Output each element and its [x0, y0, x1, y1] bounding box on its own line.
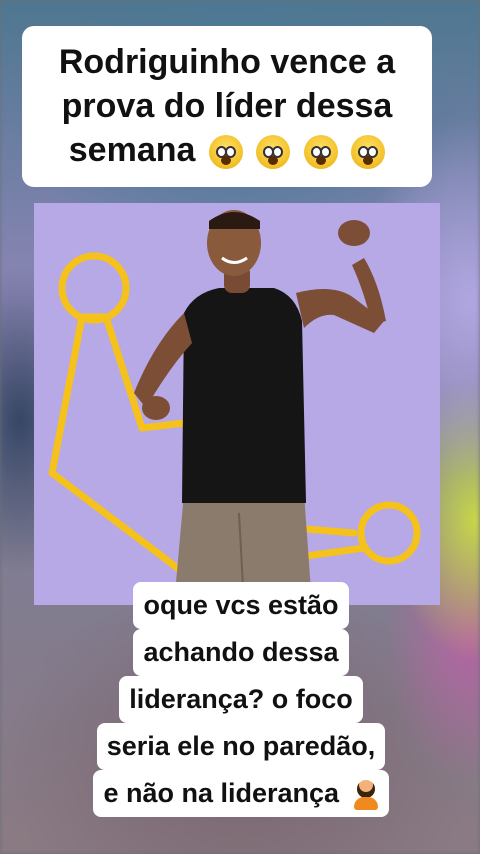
- comment-line-3: liderança? o foco: [119, 676, 363, 724]
- face-screaming-in-fear-icon: [256, 135, 291, 170]
- comment-line-5: e não na liderança: [93, 770, 389, 818]
- comment-line-2: achando dessa: [133, 629, 349, 677]
- headline-caption: Rodriguinho vence a prova do líder dessa…: [22, 26, 432, 187]
- person-facepalming-icon: [353, 780, 379, 811]
- photo-illustration: [48, 210, 421, 605]
- contestant-photo: [34, 203, 440, 605]
- person-figure: [134, 210, 386, 605]
- comment-line-4: seria ele no paredão,: [96, 723, 386, 771]
- comment-caption: oque vcs estão achando dessa liderança? …: [56, 582, 426, 818]
- comment-line-1: oque vcs estão: [133, 582, 349, 630]
- headline-line-3: semana: [32, 128, 422, 172]
- headline-line-3-text: semana: [68, 131, 196, 170]
- face-screaming-in-fear-icon: [351, 135, 386, 170]
- face-screaming-in-fear-icon: [303, 135, 338, 170]
- face-screaming-in-fear-icon: [208, 135, 243, 170]
- headline-line-1: Rodriguinho vence a: [58, 43, 396, 81]
- headline-line-2: prova do líder dessa: [61, 87, 393, 126]
- comment-line-5-text: e não na liderança: [103, 778, 340, 809]
